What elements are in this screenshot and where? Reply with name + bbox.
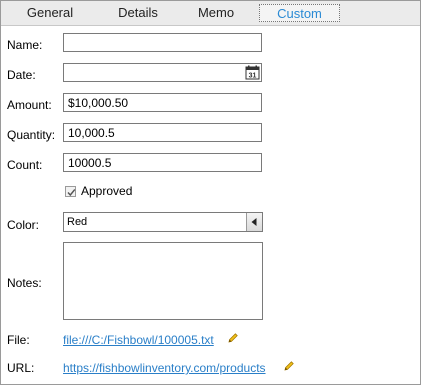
color-select-value: Red	[67, 216, 88, 228]
custom-tab-content: Name: Date: 31 Amount: Quantity: Count:	[1, 26, 420, 384]
edit-url-pencil-icon[interactable]	[283, 360, 295, 372]
name-label: Name:	[7, 38, 43, 52]
edit-file-pencil-icon[interactable]	[227, 332, 239, 344]
count-label: Count:	[7, 158, 43, 172]
amount-label: Amount:	[7, 98, 52, 112]
notes-label: Notes:	[7, 276, 42, 290]
tab-custom[interactable]: Custom	[259, 4, 340, 22]
date-label: Date:	[7, 68, 36, 82]
count-field[interactable]	[63, 153, 262, 172]
quantity-field[interactable]	[63, 123, 262, 142]
url-label: URL:	[7, 361, 35, 375]
color-select[interactable]: Red	[63, 212, 263, 232]
dropdown-arrow-button[interactable]	[246, 213, 262, 231]
custom-fields-panel: General Details Memo Custom Name: Date: …	[0, 0, 421, 385]
url-link[interactable]: https://fishbowlinventory.com/products	[63, 361, 266, 375]
notes-textarea[interactable]	[63, 242, 263, 320]
triangle-left-icon	[251, 218, 257, 226]
name-field[interactable]	[63, 33, 262, 52]
tab-general[interactable]: General	[5, 4, 95, 22]
date-field[interactable]: 31	[63, 63, 262, 82]
tab-memo[interactable]: Memo	[171, 4, 261, 22]
approved-row[interactable]: Approved	[65, 183, 132, 199]
approved-checkbox[interactable]	[65, 185, 76, 197]
calendar-icon[interactable]: 31	[245, 65, 260, 80]
quantity-label: Quantity:	[7, 128, 56, 142]
tab-bar: General Details Memo Custom	[1, 1, 420, 26]
approved-label: Approved	[81, 184, 133, 198]
calendar-day-number: 31	[249, 73, 257, 80]
tab-details[interactable]: Details	[93, 4, 183, 22]
file-link[interactable]: file:///C:/Fishbowl/100005.txt	[63, 333, 214, 347]
color-label: Color:	[7, 218, 40, 232]
file-label: File:	[7, 333, 30, 347]
amount-field[interactable]	[63, 93, 262, 112]
checkmark-icon	[67, 188, 76, 196]
